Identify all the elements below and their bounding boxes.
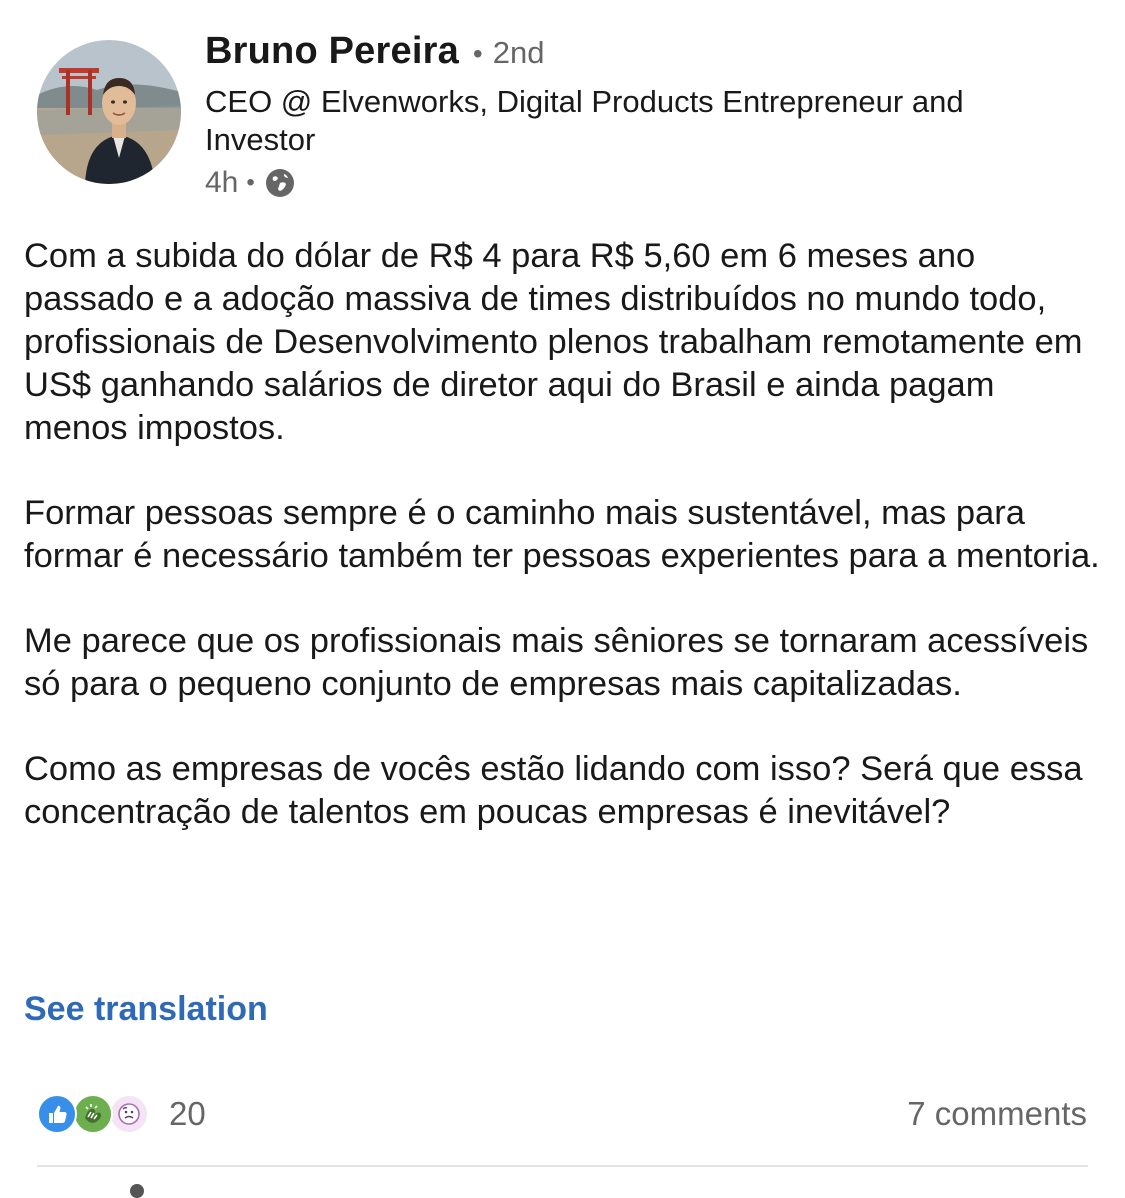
author-name-line: Bruno Pereira • 2nd	[205, 30, 1085, 75]
divider	[37, 1165, 1088, 1167]
post-paragraph: Como as empresas de vocês estão lidando …	[24, 750, 1083, 831]
post-paragraph: Formar pessoas sempre é o caminho mais s…	[24, 494, 1100, 575]
author-avatar[interactable]	[37, 40, 181, 184]
author-name[interactable]: Bruno Pereira	[205, 30, 459, 72]
celebrate-icon	[73, 1094, 113, 1134]
comments-count-link[interactable]: 7 comments	[907, 1095, 1087, 1133]
reactions-summary[interactable]: 20	[37, 1094, 206, 1134]
author-info: Bruno Pereira • 2nd CEO @ Elvenworks, Di…	[205, 30, 1085, 203]
globe-icon	[265, 168, 295, 198]
post-header: Bruno Pereira • 2nd CEO @ Elvenworks, Di…	[37, 30, 1085, 200]
connection-degree: 2nd	[492, 35, 545, 70]
author-headline: CEO @ Elvenworks, Digital Products Entre…	[205, 84, 964, 157]
post-paragraph: Com a subida do dólar de R$ 4 para R$ 5,…	[24, 237, 1083, 447]
post-timestamp: 4h	[205, 166, 239, 199]
post-text: Com a subida do dólar de R$ 4 para R$ 5,…	[24, 235, 1104, 876]
action-icon-peek	[130, 1184, 144, 1198]
separator-dot: •	[246, 169, 255, 196]
social-counts: 20 7 comments	[37, 1090, 1087, 1138]
profile-photo-icon	[37, 40, 181, 184]
see-translation-link[interactable]: See translation	[24, 990, 268, 1029]
post-meta: 4h •	[205, 163, 1085, 203]
post-paragraph: Me parece que os profissionais mais sêni…	[24, 622, 1089, 703]
like-icon	[37, 1094, 77, 1134]
reaction-count: 20	[169, 1095, 206, 1132]
reaction-icons	[37, 1094, 149, 1134]
separator-dot: •	[472, 38, 483, 69]
curious-icon	[109, 1094, 149, 1134]
